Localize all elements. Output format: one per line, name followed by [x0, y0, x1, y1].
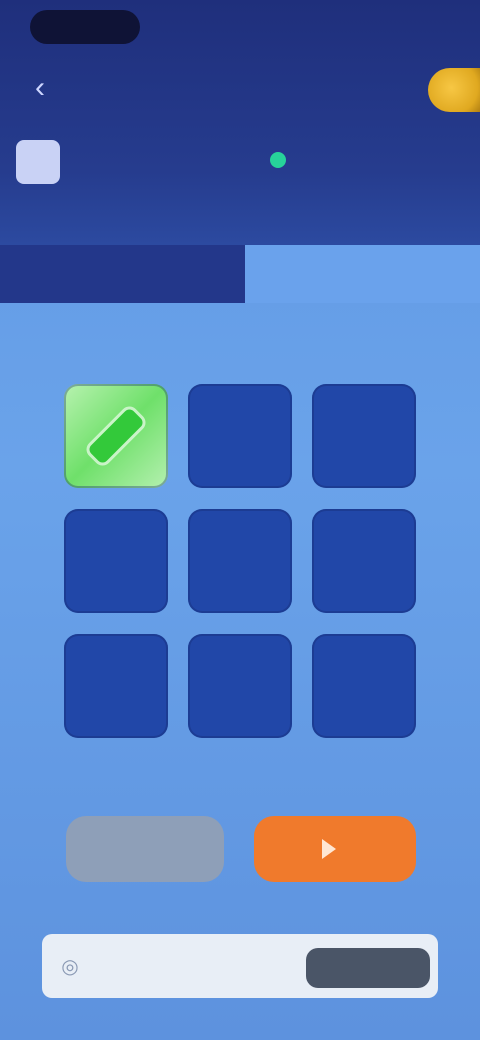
- online-dot-icon: [270, 152, 286, 168]
- action-buttons: [66, 816, 416, 884]
- nav-row: ‹: [0, 68, 480, 118]
- grid-tile[interactable]: [312, 634, 416, 738]
- status-pill: [30, 10, 140, 44]
- tab-left[interactable]: [0, 245, 245, 303]
- play-icon: [322, 839, 336, 859]
- grid-tile[interactable]: [64, 634, 168, 738]
- back-button[interactable]: ‹: [20, 68, 60, 108]
- gem-icon: [87, 407, 145, 465]
- grid-tile[interactable]: [64, 509, 168, 613]
- grid-tile[interactable]: [188, 384, 292, 488]
- mode-tabs: [0, 245, 480, 303]
- secondary-button[interactable]: [66, 816, 224, 882]
- online-status: [270, 146, 294, 174]
- coin-icon[interactable]: [428, 68, 480, 112]
- grid-tile-revealed[interactable]: [64, 384, 168, 488]
- chevron-left-icon: ‹: [35, 71, 45, 104]
- grid-tile[interactable]: [188, 509, 292, 613]
- grid-tile[interactable]: [312, 509, 416, 613]
- primary-button[interactable]: [254, 816, 416, 882]
- bet-bar: ◎: [42, 934, 438, 998]
- tab-right-active[interactable]: [245, 245, 480, 303]
- bet-button[interactable]: [306, 948, 430, 988]
- coin-icon: ◎: [61, 955, 79, 978]
- grid-tile[interactable]: [312, 384, 416, 488]
- app-header: ‹: [0, 0, 480, 245]
- grid-tile[interactable]: [188, 634, 292, 738]
- game-grid: [64, 384, 416, 738]
- bet-input[interactable]: [94, 946, 294, 986]
- avatar[interactable]: [16, 140, 60, 184]
